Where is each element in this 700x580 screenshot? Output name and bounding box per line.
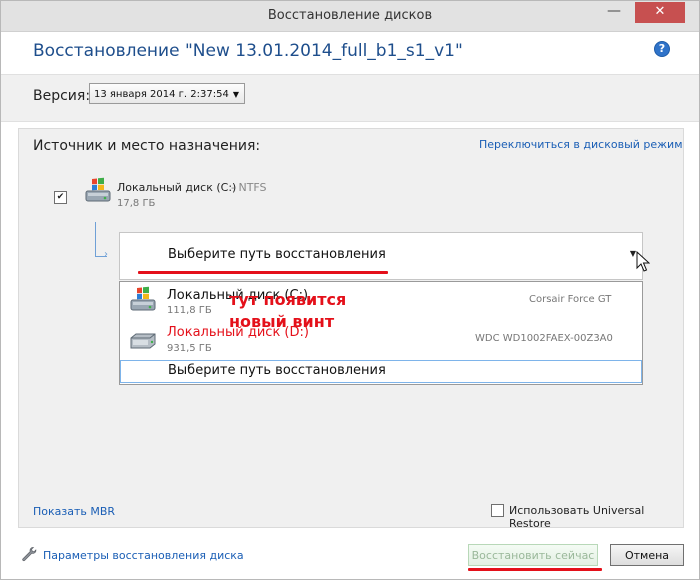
list-item[interactable]: Локальный диск (D:) 931,5 ГБ WDC WD1002F… <box>120 320 642 358</box>
annotation-underline <box>138 271 388 274</box>
annotation-text: тут появится новый винт <box>229 289 359 333</box>
version-dropdown[interactable]: 13 января 2014 г. 2:37:54 ▼ <box>89 83 245 104</box>
close-button[interactable]: ✕ <box>635 2 685 23</box>
restore-now-button[interactable]: Восстановить сейчас <box>468 544 598 566</box>
title-bar[interactable]: Восстановление дисков — ✕ <box>1 1 699 32</box>
cancel-button[interactable]: Отмена <box>610 544 684 566</box>
restore-target-dropdown[interactable]: Выберите путь восстановления ▼ <box>119 232 643 280</box>
switch-disk-mode-link[interactable]: Переключиться в дисковый режим <box>479 138 683 151</box>
disk-size: 931,5 ГБ <box>167 343 212 354</box>
restore-target-list: Локальный диск (C:) 111,8 ГБ Corsair For… <box>119 281 643 385</box>
page-title: Восстановление "New 13.01.2014_full_b1_s… <box>33 41 463 61</box>
annotation-underline <box>468 568 602 571</box>
mouse-cursor-icon <box>636 251 650 272</box>
source-disk-size: 17,8 ГБ <box>117 198 156 209</box>
disk-model: Corsair Force GT <box>529 294 612 305</box>
minimize-button[interactable]: — <box>595 2 633 22</box>
annotation-line-1: тут появится <box>229 290 347 309</box>
source-disk-checkbox[interactable]: ✔ <box>54 191 67 204</box>
wrench-icon <box>22 547 37 562</box>
universal-restore-label: Использовать Universal Restore <box>509 504 645 530</box>
source-destination-panel: Источник и место назначения: Переключить… <box>18 128 684 530</box>
list-item[interactable]: Локальный диск (C:) 111,8 ГБ Corsair For… <box>120 282 642 320</box>
version-selected-value: 13 января 2014 г. 2:37:54 <box>94 89 229 100</box>
connector-arrow-icon: › <box>104 249 108 260</box>
annotation-line-2: новый винт <box>229 312 335 331</box>
version-row: Версия: 13 января 2014 г. 2:37:54 ▼ <box>1 74 699 122</box>
list-item-label: Выберите путь восстановления <box>168 363 386 378</box>
restore-window: Восстановление дисков — ✕ Восстановление… <box>0 0 700 580</box>
help-icon[interactable]: ? <box>654 41 670 57</box>
chevron-down-icon: ▼ <box>232 90 239 99</box>
windows-drive-icon <box>130 286 156 311</box>
universal-restore-checkbox[interactable] <box>491 504 504 517</box>
hard-drive-icon <box>130 333 156 349</box>
version-label: Версия: <box>33 88 91 104</box>
restore-target-placeholder: Выберите путь восстановления <box>168 247 386 262</box>
show-mbr-link[interactable]: Показать MBR <box>33 505 115 518</box>
list-item-select-path[interactable]: Выберите путь восстановления <box>120 360 642 383</box>
restore-params-link[interactable]: Параметры восстановления диска <box>43 549 244 562</box>
windows-drive-icon <box>85 177 111 202</box>
disk-size: 111,8 ГБ <box>167 305 212 316</box>
source-disk-filesystem: - NTFS <box>231 181 267 194</box>
disk-model: WDC WD1002FAEX-00Z3A0 <box>475 333 613 344</box>
source-disk-name: Локальный диск (C:) <box>117 181 237 194</box>
connector-line <box>95 222 96 257</box>
source-destination-label: Источник и место назначения: <box>33 138 261 154</box>
